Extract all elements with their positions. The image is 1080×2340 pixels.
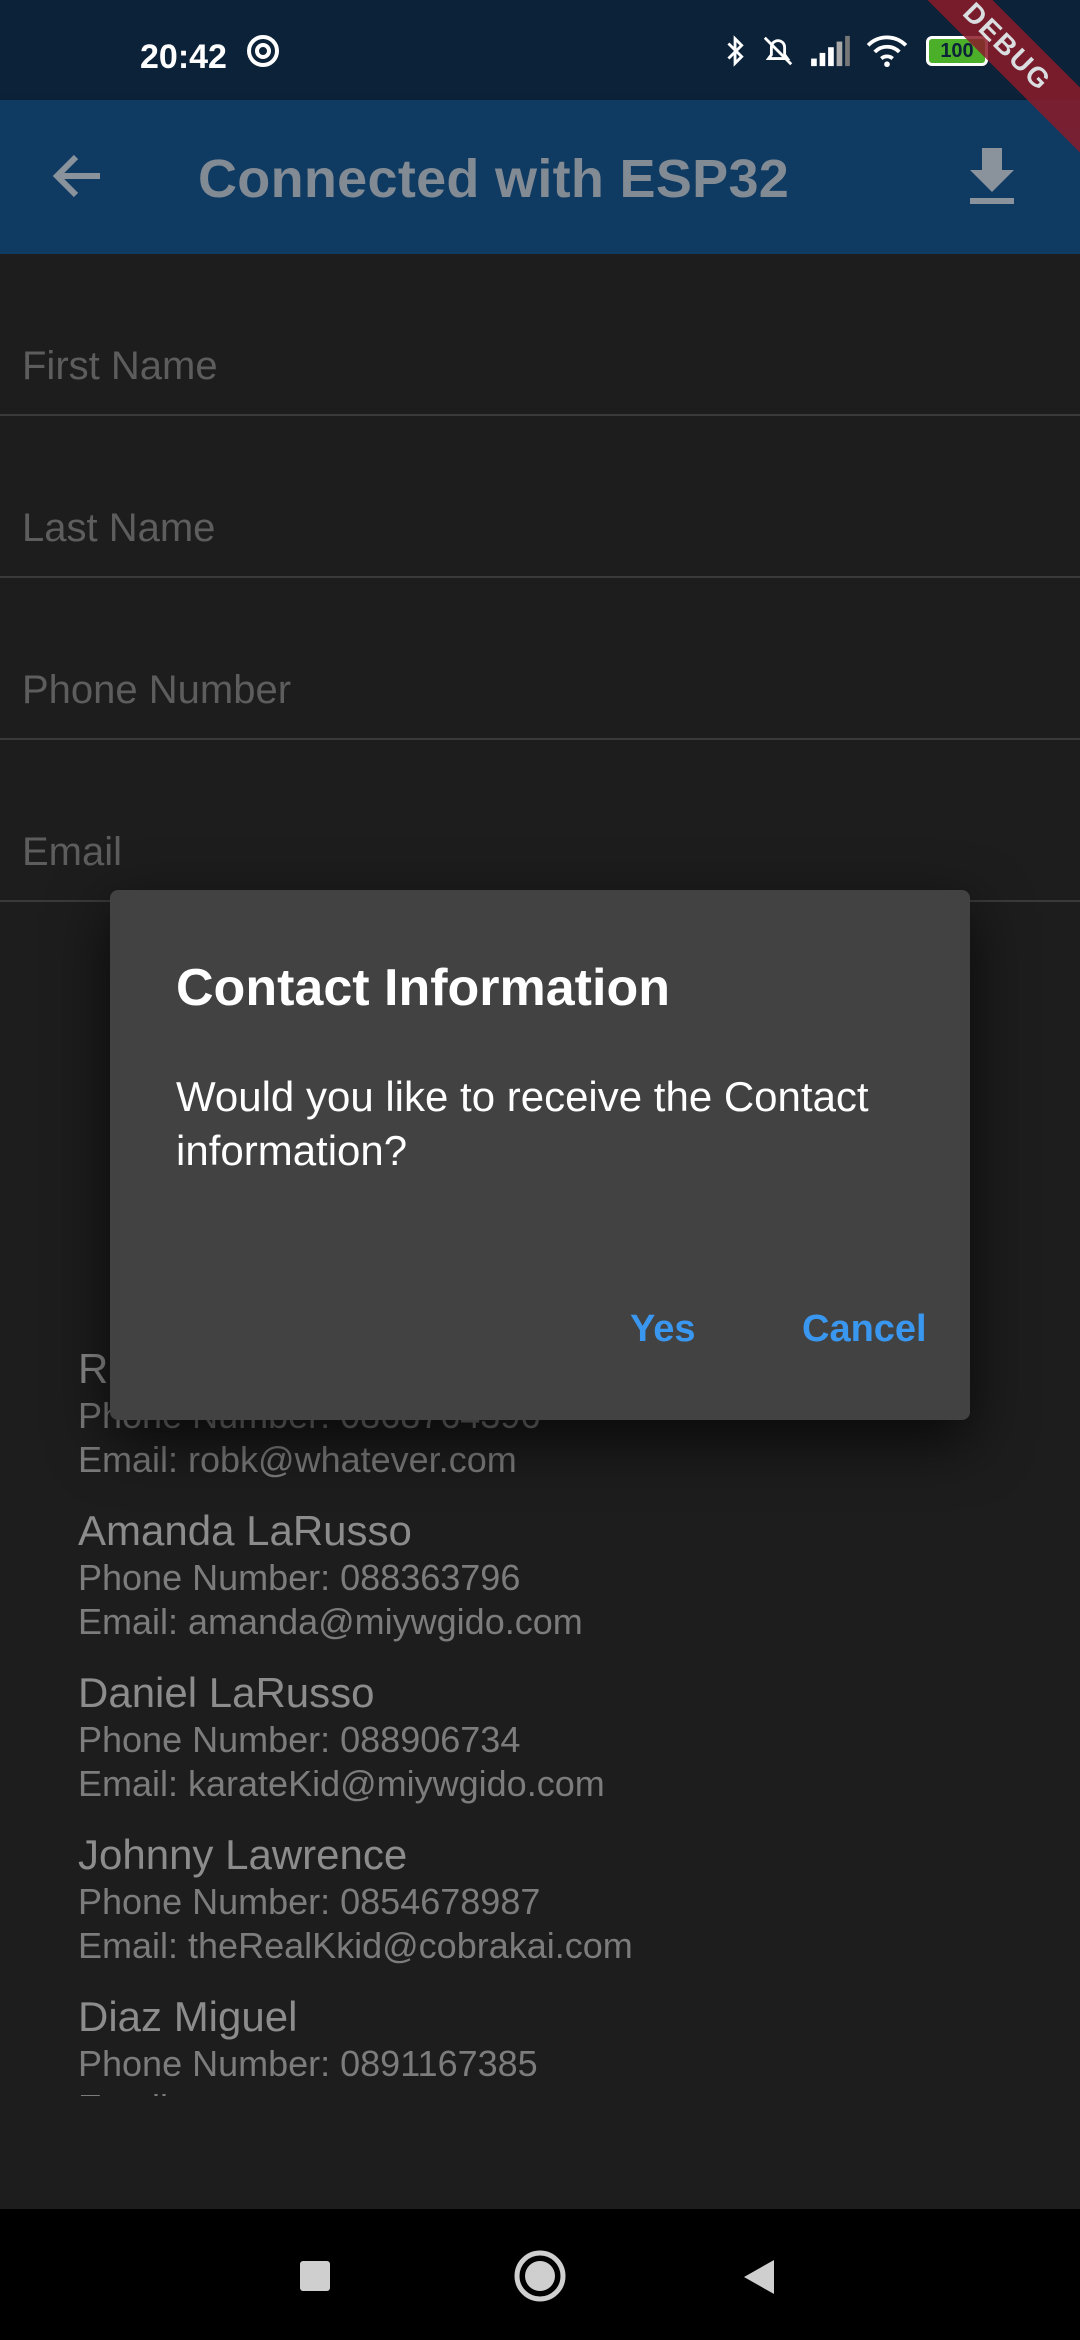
contact-email: Email: bbox=[78, 2086, 1078, 2096]
status-time: 20:42 bbox=[140, 38, 227, 76]
contact-phone: Phone Number: 088363796 bbox=[78, 1557, 521, 1598]
bell-muted-icon bbox=[763, 36, 793, 66]
navigation-bar bbox=[0, 2209, 1080, 2340]
dialog-title: Contact Information bbox=[176, 959, 670, 1017]
contact-name: Amanda LaRusso bbox=[78, 1507, 412, 1554]
contact-info-dialog: Contact Information Would you like to re… bbox=[110, 890, 970, 1420]
last-name-field[interactable]: Last Name bbox=[0, 416, 1080, 578]
contact-phone: Phone Number: 0854678987 bbox=[78, 1881, 541, 1922]
list-item[interactable]: Diaz Miguel Phone Number: 0891167385 Ema… bbox=[78, 1992, 1078, 2096]
contact-name: Johnny Lawrence bbox=[78, 1831, 408, 1878]
phone-number-label: Phone Number bbox=[22, 668, 292, 712]
contact-list[interactable]: Ro Phone Number: 0868764396 Email: robk@… bbox=[78, 1344, 1078, 2096]
recents-icon[interactable] bbox=[298, 2259, 332, 2293]
first-name-field[interactable]: First Name bbox=[0, 254, 1080, 416]
contact-email: Email: theRealKkid@cobrakai.com bbox=[78, 1925, 633, 1966]
page-title: Connected with ESP32 bbox=[198, 149, 790, 209]
yes-button[interactable]: Yes bbox=[630, 1308, 696, 1351]
phone-number-field[interactable]: Phone Number bbox=[0, 578, 1080, 740]
app-bar: Connected with ESP32 bbox=[0, 100, 1080, 254]
contact-phone: Phone Number: 088906734 bbox=[78, 1719, 521, 1760]
download-icon[interactable] bbox=[954, 138, 1030, 214]
list-item[interactable]: Daniel LaRusso Phone Number: 088906734 E… bbox=[78, 1668, 1078, 1830]
contact-email: Email: amanda@miywgido.com bbox=[78, 1601, 583, 1642]
email-label: Email bbox=[22, 830, 123, 874]
contact-name: Daniel LaRusso bbox=[78, 1669, 375, 1716]
home-icon[interactable] bbox=[513, 2249, 567, 2303]
back-arrow-icon[interactable] bbox=[42, 140, 114, 212]
last-name-label: Last Name bbox=[22, 506, 216, 550]
contact-phone: Phone Number: 0891167385 bbox=[78, 2043, 538, 2084]
back-triangle-icon[interactable] bbox=[740, 2257, 778, 2297]
at-sign-icon bbox=[247, 35, 279, 67]
status-bar: 20:42 100 bbox=[0, 0, 1080, 100]
signal-icon bbox=[811, 35, 850, 67]
list-item[interactable]: Johnny Lawrence Phone Number: 0854678987… bbox=[78, 1830, 1078, 1992]
bluetooth-icon bbox=[727, 35, 744, 67]
contact-email: Email: robk@whatever.com bbox=[78, 1439, 517, 1480]
contact-email: Email: karateKid@miywgido.com bbox=[78, 1763, 605, 1804]
dialog-message: Would you like to receive the Contact in… bbox=[176, 1073, 869, 1174]
first-name-label: First Name bbox=[22, 344, 218, 388]
list-item[interactable]: Amanda LaRusso Phone Number: 088363796 E… bbox=[78, 1506, 1078, 1668]
contact-name: Diaz Miguel bbox=[78, 1993, 298, 2040]
email-field[interactable]: Email bbox=[0, 740, 1080, 902]
cancel-button[interactable]: Cancel bbox=[802, 1308, 927, 1351]
wifi-icon bbox=[866, 35, 908, 68]
